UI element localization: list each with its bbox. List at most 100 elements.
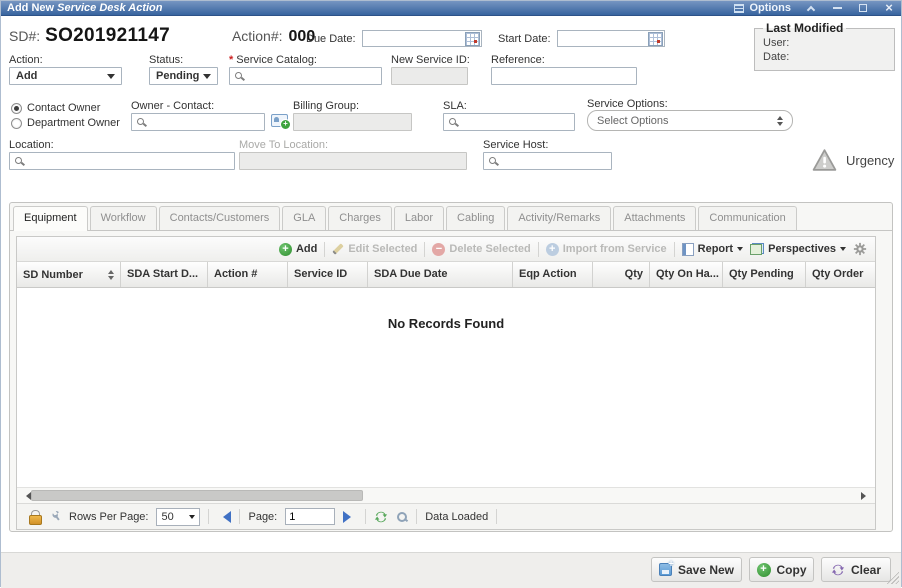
scroll-right-arrow-icon[interactable] — [861, 492, 870, 500]
calendar-icon[interactable] — [465, 32, 480, 46]
tab-attachments[interactable]: Attachments — [613, 206, 696, 230]
last-modified-box: Last Modified User: Date: — [754, 21, 895, 71]
scrollbar-thumb[interactable] — [31, 490, 363, 501]
tab-equipment[interactable]: Equipment — [13, 206, 88, 231]
perspectives-dropdown-button[interactable]: Perspectives — [750, 243, 846, 255]
search-icon — [14, 156, 24, 166]
tab-contacts-customers[interactable]: Contacts/Customers — [159, 206, 281, 230]
column-header-action-number[interactable]: Action # — [208, 262, 288, 287]
popout-button[interactable] — [857, 2, 869, 14]
copy-button[interactable]: + Copy — [749, 557, 814, 582]
sla-input[interactable] — [443, 113, 575, 131]
refresh-icon[interactable] — [374, 510, 388, 524]
last-modified-title: Last Modified — [763, 21, 846, 35]
billing-group-label: Billing Group: — [293, 100, 359, 112]
column-header-sda-due-date[interactable]: SDA Due Date — [368, 262, 513, 287]
chevron-down-icon — [737, 247, 743, 254]
rows-per-page-label: Rows Per Page: — [69, 511, 148, 523]
plus-circle-icon: + — [546, 243, 559, 256]
search-icon[interactable] — [396, 511, 408, 523]
options-button[interactable]: Options — [734, 2, 791, 14]
calendar-icon[interactable] — [648, 32, 663, 46]
last-modified-date-label: Date: — [763, 50, 886, 64]
lock-icon[interactable] — [29, 510, 40, 523]
save-new-button[interactable]: Save New — [651, 557, 742, 582]
reference-input[interactable] — [491, 67, 637, 85]
column-header-sd-number[interactable]: SD Number — [17, 262, 121, 287]
reference-label: Reference: — [491, 54, 545, 66]
tab-cabling[interactable]: Cabling — [446, 206, 505, 230]
grid-header-row: SD Number SDA Start D... Action # Servic… — [17, 262, 875, 288]
tab-panel: Equipment Workflow Contacts/Customers GL… — [9, 202, 893, 532]
scroll-left-arrow-icon[interactable] — [22, 492, 31, 500]
previous-page-button[interactable] — [217, 511, 231, 523]
service-catalog-label: *Service Catalog: — [229, 54, 317, 66]
next-page-button[interactable] — [343, 511, 357, 523]
status-label: Status: — [149, 54, 183, 66]
action-number-label: Action#: — [232, 28, 283, 44]
search-icon — [448, 117, 458, 127]
perspectives-icon — [750, 243, 764, 255]
tab-workflow[interactable]: Workflow — [90, 206, 157, 230]
chevron-down-icon — [840, 247, 846, 254]
close-button[interactable]: × — [883, 2, 895, 14]
options-list-icon — [734, 4, 744, 13]
add-button[interactable]: + Add — [279, 243, 317, 256]
column-header-qty[interactable]: Qty — [593, 262, 650, 287]
add-contact-card-icon[interactable] — [271, 114, 288, 127]
action-select[interactable]: Add — [9, 67, 122, 85]
due-date-input[interactable] — [362, 30, 482, 47]
tab-activity-remarks[interactable]: Activity/Remarks — [507, 206, 611, 230]
tab-communication[interactable]: Communication — [698, 206, 796, 230]
column-header-sda-start-date[interactable]: SDA Start D... — [121, 262, 208, 287]
column-header-qty-on-hand[interactable]: Qty On Ha... — [650, 262, 723, 287]
status-select[interactable]: Pending — [149, 67, 218, 85]
column-header-eqp-action[interactable]: Eqp Action — [513, 262, 593, 287]
wrench-icon[interactable] — [48, 510, 61, 523]
data-loaded-status: Data Loaded — [425, 511, 488, 523]
service-host-input[interactable] — [483, 152, 612, 170]
column-header-service-id[interactable]: Service ID — [288, 262, 368, 287]
import-from-service-button[interactable]: + Import from Service — [546, 243, 667, 256]
up-down-arrows-icon — [777, 113, 783, 129]
minus-circle-icon: − — [432, 243, 445, 256]
tab-labor[interactable]: Labor — [394, 206, 444, 230]
required-marker: * — [229, 54, 233, 66]
owner-contact-input[interactable] — [131, 113, 265, 131]
service-catalog-input[interactable] — [229, 67, 382, 85]
popout-icon — [859, 4, 867, 12]
grid-toolbar: + Add Edit Selected − Delete Selected + … — [17, 237, 875, 262]
clear-button[interactable]: Clear — [821, 557, 891, 582]
pencil-icon — [333, 243, 344, 254]
sd-number-header: SD#: SO201921147 Action#: 000 — [9, 25, 315, 47]
edit-selected-button[interactable]: Edit Selected — [332, 243, 417, 255]
plus-circle-icon: + — [757, 563, 771, 577]
gear-icon[interactable] — [853, 242, 867, 256]
report-dropdown-button[interactable]: Report — [682, 243, 743, 256]
tab-charges[interactable]: Charges — [328, 206, 392, 230]
delete-selected-button[interactable]: − Delete Selected — [432, 243, 530, 256]
action-label: Action: — [9, 54, 43, 66]
location-input[interactable] — [9, 152, 235, 170]
clear-refresh-icon — [831, 563, 845, 577]
department-owner-radio[interactable]: Department Owner — [11, 117, 120, 129]
tab-strip: Equipment Workflow Contacts/Customers GL… — [10, 203, 892, 231]
sla-label: SLA: — [443, 100, 467, 112]
urgency-indicator[interactable]: Urgency — [811, 148, 894, 172]
page-number-input[interactable] — [285, 508, 335, 525]
sort-icon[interactable] — [108, 267, 114, 283]
due-date-group: Due Date: — [306, 30, 482, 47]
service-options-select[interactable]: Select Options — [587, 110, 793, 131]
location-label: Location: — [9, 139, 54, 151]
column-header-qty-ordered[interactable]: Qty Order — [806, 262, 875, 287]
tab-gla[interactable]: GLA — [282, 206, 326, 230]
collapse-button[interactable] — [805, 2, 817, 14]
minimize-button[interactable] — [831, 2, 843, 14]
equipment-grid: + Add Edit Selected − Delete Selected + … — [16, 236, 876, 530]
contact-owner-radio[interactable]: Contact Owner — [11, 102, 100, 114]
rows-per-page-select[interactable]: 50 — [156, 508, 200, 526]
start-date-input[interactable] — [557, 30, 665, 47]
urgency-label: Urgency — [846, 153, 894, 168]
horizontal-scrollbar[interactable] — [17, 487, 875, 503]
column-header-qty-pending[interactable]: Qty Pending — [723, 262, 806, 287]
